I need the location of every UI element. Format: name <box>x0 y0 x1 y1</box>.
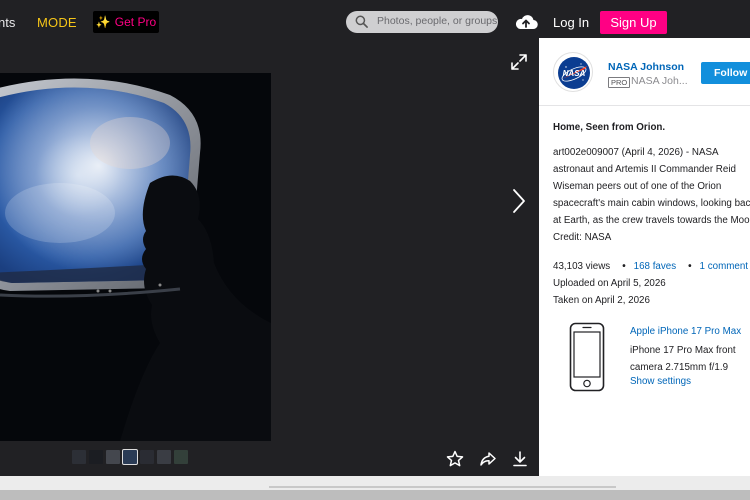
lens-line: iPhone 17 Pro Max front <box>630 345 736 356</box>
share-icon[interactable] <box>479 450 497 468</box>
uploaded-date: Uploaded on April 5, 2026 <box>553 278 666 289</box>
nav-item-mode[interactable]: MODE <box>37 15 77 30</box>
search-input[interactable]: Photos, people, or groups <box>346 11 498 33</box>
expand-icon[interactable] <box>510 53 528 71</box>
main-photo[interactable] <box>0 73 271 441</box>
nasa-logo: NASA <box>558 57 590 89</box>
owner-row: NASA NASA Johnson PRO NASA Joh... Follow <box>539 38 750 106</box>
description-line: at Earth, as the crew travels towards th… <box>553 215 750 226</box>
separator-dot: • <box>688 261 692 272</box>
phone-icon <box>569 322 605 392</box>
star-icon[interactable] <box>446 450 464 468</box>
horizontal-scrollbar[interactable] <box>0 490 750 500</box>
cloud-upload-icon[interactable] <box>514 13 538 31</box>
filmstrip-thumb[interactable] <box>89 450 103 464</box>
photo-info-sidebar: NASA NASA Johnson PRO NASA Joh... Follow… <box>539 38 750 476</box>
description-line: Credit: NASA <box>553 232 612 243</box>
get-pro-button[interactable]: ✨ Get Pro <box>93 11 159 33</box>
comments-link[interactable]: 1 comment <box>700 261 748 272</box>
filmstrip-thumb[interactable] <box>157 450 171 464</box>
pro-badge: PRO <box>608 77 631 88</box>
description-line: art002e009007 (April 4, 2026) - NASA <box>553 147 719 158</box>
owner-name[interactable]: NASA Johnson <box>608 61 684 73</box>
filmstrip-thumb-current[interactable] <box>122 449 138 465</box>
follow-button[interactable]: Follow <box>701 62 750 84</box>
photo-stats: 43,103 views • 168 faves • 1 comment <box>553 261 748 272</box>
description-line: spacecraft's main cabin windows, looking… <box>553 198 750 209</box>
show-settings-link[interactable]: Show settings <box>630 376 691 387</box>
avatar[interactable]: NASA <box>553 52 593 92</box>
filmstrip-thumb[interactable] <box>140 450 154 464</box>
taken-date: Taken on April 2, 2026 <box>553 295 650 306</box>
views-count: 43,103 views <box>553 261 611 272</box>
nav-item-events[interactable]: nts <box>0 15 15 30</box>
lens-line: camera 2.715mm f/1.9 <box>630 362 729 373</box>
chevron-right-icon[interactable] <box>512 188 526 214</box>
search-placeholder: Photos, people, or groups <box>377 15 498 27</box>
filmstrip-thumb[interactable] <box>174 450 188 464</box>
sparkle-icon: ✨ <box>95 15 111 29</box>
photo-description: art002e009007 (April 4, 2026) - NASA ast… <box>553 144 750 246</box>
camera-model-link[interactable]: Apple iPhone 17 Pro Max <box>630 326 741 337</box>
photostream-filmstrip <box>72 449 188 466</box>
photo-viewer <box>0 44 539 476</box>
faves-link[interactable]: 168 faves <box>634 261 676 272</box>
photo-earth-window <box>0 73 271 441</box>
svg-text:NASA: NASA <box>563 69 586 78</box>
description-line: Wiseman peers out of one of the Orion <box>553 181 722 192</box>
description-line: astronaut and Artemis II Commander Reid <box>553 164 736 175</box>
photo-title: Home, Seen from Orion. <box>553 122 666 133</box>
scroll-indicator <box>269 486 616 488</box>
filmstrip-thumb[interactable] <box>106 450 120 464</box>
login-link[interactable]: Log In <box>553 15 589 30</box>
signup-button[interactable]: Sign Up <box>600 11 667 34</box>
separator-dot: • <box>622 261 626 272</box>
search-icon <box>355 15 368 28</box>
owner-handle: NASA Joh... <box>631 75 688 87</box>
filmstrip-thumb[interactable] <box>72 450 86 464</box>
download-icon[interactable] <box>511 450 529 468</box>
camera-lens-info: iPhone 17 Pro Max front camera 2.715mm f… <box>630 342 750 376</box>
get-pro-label: Get Pro <box>114 15 157 29</box>
